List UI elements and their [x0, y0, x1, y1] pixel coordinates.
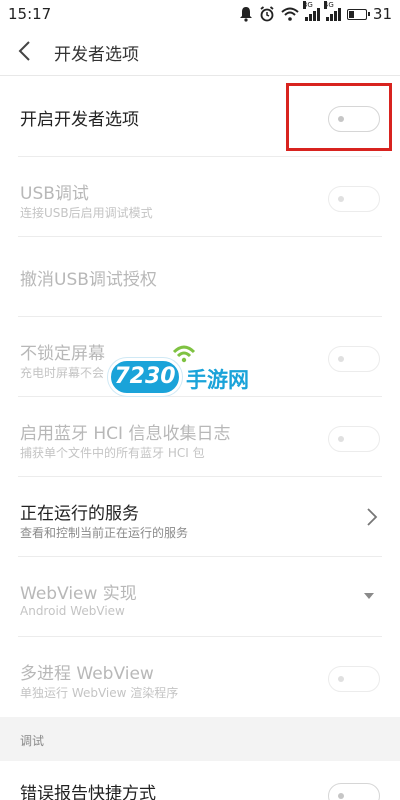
toggle-knob	[338, 793, 344, 799]
row-subtitle: Android WebView	[20, 604, 125, 618]
row-bluetooth-hci-log[interactable]: 启用蓝牙 HCI 信息收集日志 捕获单个文件中的所有蓝牙 HCI 包	[18, 397, 382, 477]
battery-icon	[346, 8, 370, 20]
row-bug-report-shortcut[interactable]: 错误报告快捷方式	[18, 761, 382, 800]
row-label: 错误报告快捷方式	[20, 784, 156, 800]
status-time: 15:17	[8, 5, 52, 23]
watermark-logo: 7230 手游网	[108, 345, 258, 400]
row-label: 开启开发者选项	[20, 110, 139, 130]
dropdown-arrow-icon[interactable]	[364, 593, 374, 599]
wifi-icon	[281, 7, 299, 21]
toggle-knob	[338, 356, 344, 362]
status-bar: 15:17 3G 4G 31	[0, 0, 400, 28]
row-label: 启用蓝牙 HCI 信息收集日志	[20, 424, 231, 444]
toggle-switch[interactable]	[328, 346, 380, 372]
row-enable-developer-options[interactable]: 开启开发者选项	[18, 77, 382, 157]
row-usb-debugging[interactable]: USB调试 连接USB后启用调试模式	[18, 157, 382, 237]
row-subtitle: 查看和控制当前正在运行的服务	[20, 526, 189, 540]
toggle-switch[interactable]	[328, 783, 380, 800]
toggle-knob	[338, 116, 344, 122]
battery-level: 31	[372, 5, 392, 23]
row-label: 不锁定屏幕	[20, 344, 105, 364]
section-header-label: 调试	[20, 734, 45, 748]
back-arrow-icon[interactable]	[14, 38, 38, 64]
signal-3g-label: 3G	[302, 1, 313, 9]
row-revoke-usb-auth[interactable]: 撤消USB调试授权	[18, 237, 382, 317]
alarm-icon	[260, 6, 274, 22]
bell-icon	[239, 7, 252, 22]
row-label: USB调试	[20, 184, 89, 204]
toggle-knob	[338, 676, 344, 682]
chevron-right-icon	[367, 508, 378, 526]
toggle-switch[interactable]	[328, 186, 380, 212]
app-bar: 开发者选项	[0, 28, 400, 76]
row-label: 正在运行的服务	[20, 504, 139, 524]
signal-4g-label: 4G	[323, 1, 334, 9]
row-running-services[interactable]: 正在运行的服务 查看和控制当前正在运行的服务	[18, 477, 382, 557]
toggle-switch[interactable]	[328, 426, 380, 452]
toggle-knob	[338, 436, 344, 442]
page-title: 开发者选项	[54, 45, 139, 65]
toggle-knob	[338, 196, 344, 202]
row-webview-implementation[interactable]: WebView 实现 Android WebView	[18, 557, 382, 637]
toggle-switch[interactable]	[328, 666, 380, 692]
status-icons: 3G 4G 31	[239, 1, 392, 24]
row-multiprocess-webview[interactable]: 多进程 WebView 单独运行 WebView 渲染程序	[18, 637, 382, 717]
toggle-switch[interactable]	[328, 106, 380, 132]
row-subtitle: 充电时屏幕不会	[20, 366, 105, 380]
signal-3g-icon: 3G	[302, 1, 320, 21]
row-subtitle: 捕获单个文件中的所有蓝牙 HCI 包	[20, 446, 205, 460]
row-subtitle: 连接USB后启用调试模式	[20, 206, 153, 220]
row-label: 撤消USB调试授权	[20, 270, 157, 290]
watermark-badge: 7230	[108, 358, 182, 396]
row-label: 多进程 WebView	[20, 664, 154, 684]
watermark-text: 手游网	[186, 368, 249, 392]
signal-4g-icon: 4G	[323, 1, 341, 21]
section-header-debugging: 调试	[0, 717, 400, 761]
row-label: WebView 实现	[20, 584, 137, 604]
row-subtitle: 单独运行 WebView 渲染程序	[20, 686, 179, 700]
